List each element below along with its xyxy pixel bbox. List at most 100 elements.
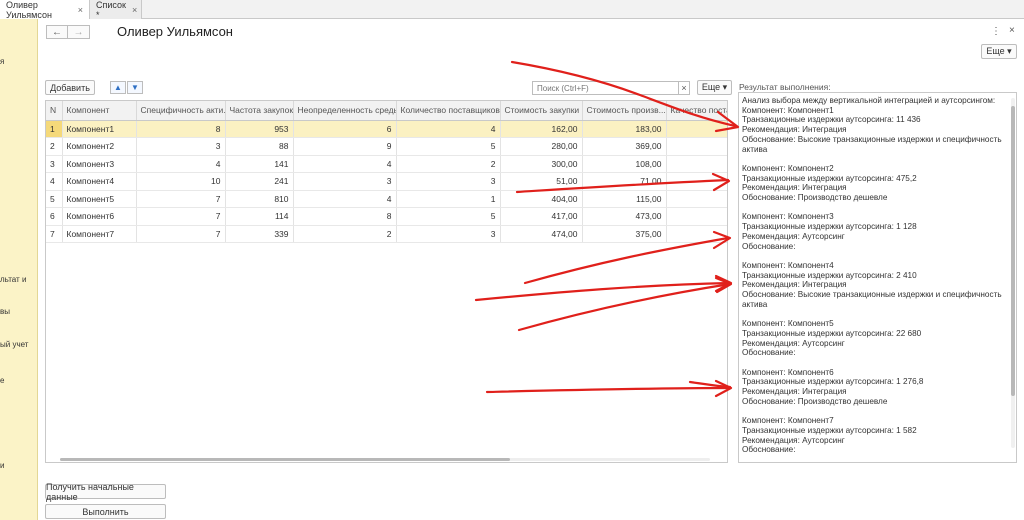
- table-cell[interactable]: [666, 155, 727, 173]
- column-header[interactable]: Неопределенность среды: [293, 101, 397, 121]
- table-cell[interactable]: 5: [46, 190, 63, 208]
- execute-button[interactable]: Выполнить: [45, 504, 166, 519]
- table-cell[interactable]: 4: [396, 120, 501, 138]
- table-cell[interactable]: 115,00: [582, 190, 667, 208]
- left-nav-item[interactable]: вы: [0, 307, 10, 316]
- table-cell[interactable]: 404,00: [500, 190, 583, 208]
- table-cell[interactable]: 6: [293, 120, 397, 138]
- table-row[interactable]: 3 Компонент3 4 141 4 2 300,00 108,00: [46, 155, 727, 173]
- table-cell[interactable]: 8: [136, 120, 226, 138]
- table-cell[interactable]: 4: [136, 155, 226, 173]
- horizontal-scrollbar[interactable]: [50, 457, 725, 462]
- close-icon[interactable]: ×: [78, 5, 83, 15]
- vertical-scrollbar[interactable]: [1011, 98, 1015, 448]
- more-button[interactable]: Еще ▾: [981, 44, 1017, 59]
- table-row[interactable]: 5 Компонент5 7 810 4 1 404,00 115,00: [46, 190, 727, 208]
- column-header[interactable]: N: [46, 101, 63, 121]
- table-cell[interactable]: Компонент7: [62, 225, 137, 243]
- table-cell[interactable]: Компонент4: [62, 172, 137, 191]
- table-cell[interactable]: 1: [396, 190, 501, 208]
- column-header[interactable]: Качество постав: [666, 101, 727, 121]
- column-header[interactable]: Стоимость закупки: [500, 101, 583, 121]
- search-input[interactable]: [532, 81, 680, 95]
- left-nav-item[interactable]: я: [0, 57, 4, 66]
- table-row[interactable]: 7 Компонент7 7 339 2 3 474,00 375,00: [46, 225, 727, 243]
- table-cell[interactable]: [666, 137, 727, 156]
- table-cell[interactable]: 108,00: [582, 155, 667, 173]
- add-button[interactable]: Добавить: [45, 80, 95, 95]
- table-cell[interactable]: 10: [136, 172, 226, 191]
- table-cell[interactable]: 114: [225, 207, 294, 226]
- table-cell[interactable]: 3: [46, 155, 63, 173]
- table-cell[interactable]: Компонент5: [62, 190, 137, 208]
- close-icon[interactable]: ×: [1009, 25, 1015, 36]
- table-cell[interactable]: 162,00: [500, 120, 583, 138]
- result-textarea[interactable]: Анализ выбора между вертикальной интегра…: [738, 92, 1017, 463]
- table-cell[interactable]: 280,00: [500, 137, 583, 156]
- column-header[interactable]: Специфичность акти...: [136, 101, 226, 121]
- table-cell[interactable]: 339: [225, 225, 294, 243]
- table-cell[interactable]: 473,00: [582, 207, 667, 226]
- get-initial-data-button[interactable]: Получить начальные данные: [45, 482, 166, 502]
- table-cell[interactable]: 8: [293, 207, 397, 226]
- table-cell[interactable]: Компонент2: [62, 137, 137, 156]
- table-cell[interactable]: 71,00: [582, 172, 667, 191]
- table-more-button[interactable]: Еще ▾: [697, 80, 732, 95]
- table-cell[interactable]: 141: [225, 155, 294, 173]
- scroll-thumb[interactable]: [60, 458, 510, 461]
- table-cell[interactable]: 7: [46, 225, 63, 243]
- tab-list[interactable]: Список * ×: [90, 0, 142, 20]
- table-cell[interactable]: 369,00: [582, 137, 667, 156]
- table-cell[interactable]: 3: [396, 225, 501, 243]
- table-cell[interactable]: 9: [293, 137, 397, 156]
- table-cell[interactable]: 183,00: [582, 120, 667, 138]
- table-row[interactable]: 1 Компонент1 8 953 6 4 162,00 183,00: [46, 120, 727, 138]
- search-clear-icon[interactable]: ×: [678, 81, 690, 95]
- column-header[interactable]: Компонент: [62, 101, 137, 121]
- table-cell[interactable]: 7: [136, 207, 226, 226]
- table-cell[interactable]: [666, 120, 727, 138]
- table-cell[interactable]: 474,00: [500, 225, 583, 243]
- kebab-menu-icon[interactable]: ⋮: [991, 26, 1001, 37]
- close-icon[interactable]: ×: [132, 5, 137, 15]
- left-nav-item[interactable]: е: [0, 376, 4, 385]
- table-cell[interactable]: 1: [46, 120, 63, 138]
- table-cell[interactable]: 241: [225, 172, 294, 191]
- table-cell[interactable]: Компонент3: [62, 155, 137, 173]
- table-cell[interactable]: [666, 225, 727, 243]
- table-cell[interactable]: 2: [293, 225, 397, 243]
- table-cell[interactable]: [666, 190, 727, 208]
- tab-oliver-williamson[interactable]: Оливер Уильямсон ×: [0, 0, 90, 20]
- move-down-icon[interactable]: ▼: [127, 81, 143, 94]
- table-cell[interactable]: 7: [136, 225, 226, 243]
- table-cell[interactable]: 810: [225, 190, 294, 208]
- table-row[interactable]: 4 Компонент4 10 241 3 3 51,00 71,00: [46, 172, 727, 191]
- table-cell[interactable]: 2: [396, 155, 501, 173]
- table-cell[interactable]: 3: [136, 137, 226, 156]
- table-cell[interactable]: 3: [396, 172, 501, 191]
- back-button[interactable]: ←: [46, 25, 68, 39]
- table-cell[interactable]: 4: [46, 172, 63, 191]
- column-header[interactable]: Стоимость произв...: [582, 101, 667, 121]
- table-row[interactable]: 2 Компонент2 3 88 9 5 280,00 369,00: [46, 137, 727, 156]
- table-cell[interactable]: 6: [46, 207, 63, 226]
- table-cell[interactable]: 953: [225, 120, 294, 138]
- left-nav-item[interactable]: льтат и: [0, 275, 26, 284]
- left-nav-item[interactable]: и: [0, 461, 4, 470]
- table-cell[interactable]: 375,00: [582, 225, 667, 243]
- table-cell[interactable]: Компонент6: [62, 207, 137, 226]
- table-cell[interactable]: 5: [396, 207, 501, 226]
- table-cell[interactable]: 88: [225, 137, 294, 156]
- table-cell[interactable]: 51,00: [500, 172, 583, 191]
- table-cell[interactable]: [666, 172, 727, 191]
- column-header[interactable]: Частота закупок: [225, 101, 294, 121]
- column-header[interactable]: Количество поставщиков: [396, 101, 501, 121]
- table-cell[interactable]: Компонент1: [62, 120, 137, 138]
- table-cell[interactable]: 417,00: [500, 207, 583, 226]
- table-cell[interactable]: 4: [293, 190, 397, 208]
- move-up-icon[interactable]: ▲: [110, 81, 126, 94]
- table-cell[interactable]: 300,00: [500, 155, 583, 173]
- table-cell[interactable]: 3: [293, 172, 397, 191]
- table-cell[interactable]: [666, 207, 727, 226]
- scroll-thumb[interactable]: [1011, 106, 1015, 396]
